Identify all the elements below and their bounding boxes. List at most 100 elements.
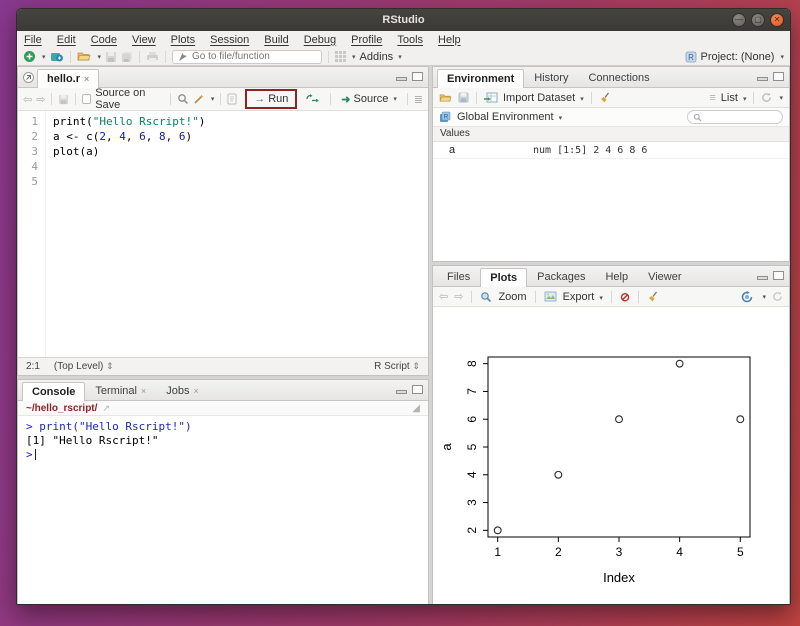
plots-maximize-icon[interactable]: [773, 271, 784, 280]
code-tools-wand-icon[interactable]: [193, 93, 205, 105]
console-minimize-icon[interactable]: [396, 390, 407, 394]
save-icon[interactable]: [105, 51, 117, 63]
forward-icon[interactable]: ⇨: [36, 93, 45, 106]
maximize-window-icon[interactable]: ▢: [751, 13, 765, 27]
variable-name: a: [433, 144, 533, 156]
tab-terminal[interactable]: Terminal×: [85, 381, 156, 400]
new-project-icon[interactable]: [50, 51, 64, 63]
source-on-save-checkbox[interactable]: [82, 94, 91, 104]
list-view-button[interactable]: List ▾: [721, 92, 747, 104]
code-tools-dropdown-icon[interactable]: ▾: [211, 95, 215, 103]
tab-connections[interactable]: Connections: [578, 68, 659, 87]
rerun-icon[interactable]: [305, 94, 320, 104]
tab-close-icon[interactable]: ×: [84, 74, 89, 84]
load-workspace-icon[interactable]: [439, 93, 453, 103]
menu-debug[interactable]: Debug: [304, 34, 336, 46]
refresh-environment-icon[interactable]: [761, 92, 772, 103]
clear-plots-broom-icon[interactable]: [647, 291, 659, 303]
menu-plots[interactable]: Plots: [171, 34, 195, 46]
source-maximize-icon[interactable]: [412, 72, 423, 81]
tab-packages[interactable]: Packages: [527, 267, 595, 286]
tab-environment[interactable]: Environment: [437, 69, 524, 88]
refresh-dropdown-icon[interactable]: ▾: [779, 94, 783, 102]
environment-maximize-icon[interactable]: [773, 72, 784, 81]
save-workspace-icon[interactable]: [458, 92, 469, 103]
menu-tools[interactable]: Tools: [397, 34, 423, 46]
menu-edit[interactable]: Edit: [57, 34, 76, 46]
resize-grip-icon[interactable]: ◢: [412, 403, 420, 414]
addins-button[interactable]: Addins ▾: [360, 51, 402, 63]
source-arrow-icon: ➜: [341, 93, 350, 106]
document-outline-icon[interactable]: ≣: [414, 93, 423, 106]
tab-plots[interactable]: Plots: [480, 268, 527, 287]
addins-grid-dropdown-icon[interactable]: ▾: [352, 53, 356, 61]
goto-file-input[interactable]: [192, 51, 316, 62]
open-file-icon[interactable]: [77, 51, 92, 62]
tab-viewer[interactable]: Viewer: [638, 267, 691, 286]
menu-help[interactable]: Help: [438, 34, 461, 46]
environment-search-box[interactable]: [687, 110, 783, 124]
save-doc-icon[interactable]: [58, 94, 69, 105]
goto-directory-icon[interactable]: ↗: [102, 403, 110, 414]
code-editor[interactable]: 1 2 3 4 5 print("Hello Rscript!") a <- c…: [18, 111, 428, 357]
refresh-plot-icon[interactable]: [772, 291, 783, 302]
addins-grid-icon[interactable]: [335, 51, 346, 62]
source-popout-icon[interactable]: [23, 72, 34, 83]
menu-profile[interactable]: Profile: [351, 34, 382, 46]
source-tabbar: hello.r ×: [18, 67, 428, 88]
tab-jobs[interactable]: Jobs×: [156, 381, 209, 400]
save-all-icon[interactable]: [121, 51, 133, 63]
project-selector[interactable]: R Project: (None) ▾: [685, 51, 785, 63]
environment-minimize-icon[interactable]: [757, 77, 768, 81]
minimize-window-icon[interactable]: —: [732, 13, 746, 27]
clear-workspace-broom-icon[interactable]: [599, 92, 611, 104]
svg-text:4: 4: [676, 545, 683, 559]
compile-report-icon[interactable]: [227, 93, 237, 105]
export-plot-button[interactable]: Export ▾: [563, 291, 603, 303]
source-minimize-icon[interactable]: [396, 77, 407, 81]
close-window-icon[interactable]: ✕: [770, 13, 784, 27]
plots-minimize-icon[interactable]: [757, 276, 768, 280]
list-view-icon[interactable]: ≡: [709, 92, 715, 104]
print-icon[interactable]: [146, 51, 159, 63]
environment-scope-selector[interactable]: Global Environment ▾: [457, 111, 562, 123]
env-row-a[interactable]: a num [1:5] 2 4 6 8 6: [433, 142, 789, 159]
menu-session[interactable]: Session: [210, 34, 249, 46]
tab-history[interactable]: History: [524, 68, 578, 87]
find-replace-icon[interactable]: [177, 93, 189, 105]
menu-view[interactable]: View: [132, 34, 156, 46]
tab-help[interactable]: Help: [595, 267, 638, 286]
publish-plot-icon[interactable]: [740, 291, 754, 303]
previous-plot-icon[interactable]: ⇦: [439, 290, 448, 303]
publish-dropdown-icon[interactable]: ▾: [762, 293, 766, 301]
next-plot-icon[interactable]: ⇨: [454, 290, 463, 303]
tab-hello-r[interactable]: hello.r ×: [37, 69, 99, 88]
goto-file-box[interactable]: [172, 50, 322, 64]
menu-build[interactable]: Build: [264, 34, 288, 46]
menu-code[interactable]: Code: [91, 34, 117, 46]
tab-files[interactable]: Files: [437, 267, 480, 286]
console-maximize-icon[interactable]: [412, 385, 423, 394]
import-dataset-button[interactable]: Import Dataset ▾: [503, 92, 584, 104]
environment-search-input[interactable]: [705, 112, 777, 123]
new-file-dropdown-icon[interactable]: ▾: [42, 53, 46, 61]
plots-tabbar: Files Plots Packages Help Viewer: [433, 266, 789, 287]
plot-canvas: 123452345678Indexa: [433, 307, 787, 605]
new-file-icon[interactable]: [23, 50, 36, 63]
scope-selector[interactable]: (Top Level) ⇕: [54, 361, 114, 372]
zoom-plot-button[interactable]: Zoom: [498, 291, 526, 303]
open-file-dropdown-icon[interactable]: ▾: [98, 53, 102, 61]
tab-console[interactable]: Console: [22, 382, 85, 401]
jobs-close-icon[interactable]: ×: [194, 386, 199, 396]
export-plot-icon[interactable]: [544, 291, 557, 302]
menu-file[interactable]: File: [24, 34, 42, 46]
console-output[interactable]: > print("Hello Rscript!") [1] "Hello Rsc…: [18, 416, 428, 605]
remove-plot-icon[interactable]: ⊘: [620, 290, 630, 304]
zoom-plot-icon[interactable]: [480, 291, 492, 303]
run-button[interactable]: → Run: [250, 92, 292, 106]
terminal-close-icon[interactable]: ×: [141, 386, 146, 396]
back-icon[interactable]: ⇦: [23, 93, 32, 106]
filetype-selector[interactable]: R Script ⇕: [374, 361, 420, 372]
source-button[interactable]: ➜ Source ▾: [337, 92, 401, 107]
import-dataset-icon[interactable]: [484, 92, 498, 103]
